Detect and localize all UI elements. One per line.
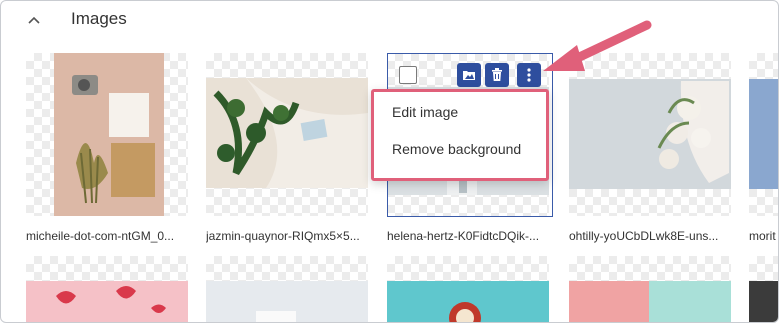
image-tile[interactable] — [26, 53, 188, 216]
trash-icon — [492, 68, 502, 81]
image-tile[interactable] — [387, 256, 549, 322]
select-checkbox[interactable] — [399, 66, 417, 84]
image-tile[interactable] — [749, 256, 778, 322]
menu-item-edit-image[interactable]: Edit image — [392, 104, 458, 120]
image-caption: morit — [749, 229, 776, 243]
image-caption: ohtilly-yoUCbDLwk8E-uns... — [569, 229, 719, 243]
image-thumbnail[interactable] — [26, 53, 188, 216]
image-tile[interactable] — [206, 53, 368, 216]
image-tile[interactable] — [569, 256, 731, 322]
folder-image-icon — [463, 71, 475, 80]
annotation-arrow — [543, 20, 652, 71]
chevron-up-icon — [28, 16, 40, 24]
menu-item-remove-background[interactable]: Remove background — [392, 141, 521, 157]
more-vertical-icon — [527, 68, 531, 82]
image-caption: helena-hertz-K0FidtcDQik-... — [387, 229, 540, 243]
image-tile[interactable] — [26, 256, 188, 322]
image-caption: jazmin-quaynor-RIQmx5×5... — [206, 229, 360, 243]
image-tile[interactable] — [206, 256, 368, 322]
image-context-menu: Edit image Remove background — [371, 89, 549, 181]
section-title: Images — [71, 9, 127, 28]
image-caption: micheile-dot-com-ntGM_0... — [26, 229, 175, 243]
add-to-folder-button[interactable] — [457, 63, 481, 87]
delete-button[interactable] — [485, 63, 509, 87]
images-panel: Images micheile-dot-com-ntGM_0... jazmin… — [0, 0, 779, 323]
image-tile[interactable] — [749, 53, 778, 216]
image-thumbnail[interactable] — [206, 53, 368, 216]
section-header: Images — [1, 1, 778, 41]
more-options-button[interactable] — [517, 63, 541, 87]
collapse-toggle[interactable] — [23, 9, 45, 31]
image-thumbnail[interactable] — [749, 53, 778, 216]
